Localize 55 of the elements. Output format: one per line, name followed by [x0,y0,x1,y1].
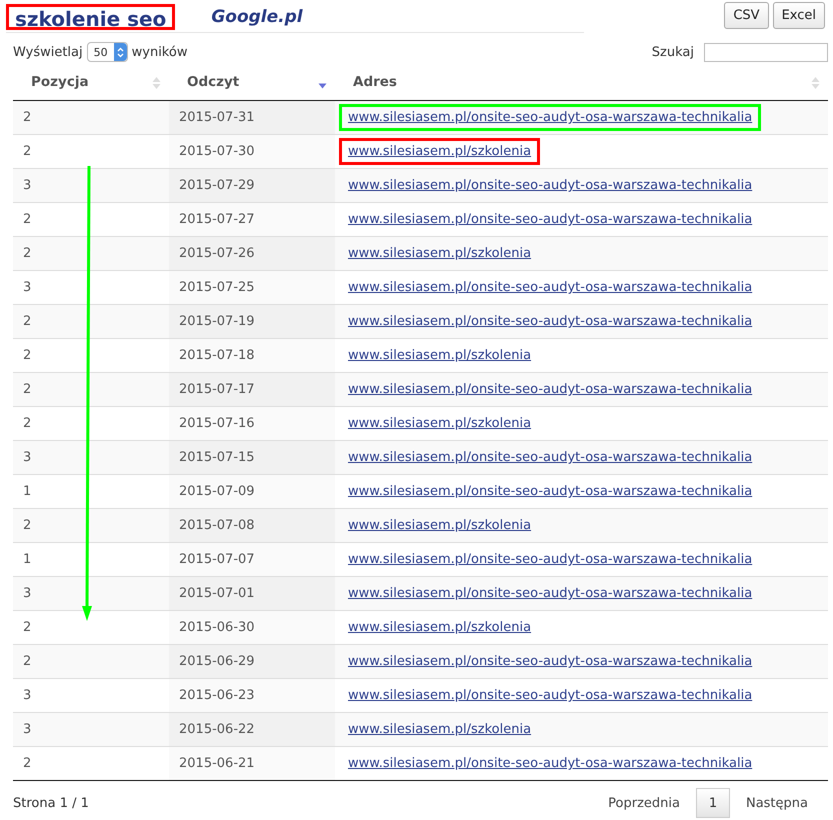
position-cell: 2 [13,304,169,338]
url-link[interactable]: www.silesiasem.pl/onsite-seo-audyt-osa-warszawa-technikalia [339,546,762,573]
date-cell: 2015-07-15 [169,440,335,474]
date-cell: 2015-07-16 [169,406,335,440]
search-label: Szukaj [652,44,694,60]
url-link[interactable]: www.silesiasem.pl/onsite-seo-audyt-osa-warszawa-technikalia [339,682,762,709]
page-title: szkolenie seo [6,4,176,30]
date-cell: 2015-06-21 [169,746,335,780]
stepper-icon [116,46,124,58]
url-link[interactable]: www.silesiasem.pl/onsite-seo-audyt-osa-warszawa-technikalia [339,478,762,505]
results-label: wyników [132,44,188,60]
page-button[interactable]: 1 [696,788,730,818]
previous-link[interactable]: Poprzednia [598,796,690,810]
search-engine-label: Google.pl [211,7,303,27]
date-cell: 2015-06-30 [169,610,335,644]
url-link[interactable]: www.silesiasem.pl/onsite-seo-audyt-osa-warszawa-technikalia [339,274,762,301]
date-cell: 2015-07-31 [169,100,335,134]
date-cell: 2015-07-07 [169,542,335,576]
url-link[interactable]: www.silesiasem.pl/onsite-seo-audyt-osa-warszawa-technikalia [339,104,762,131]
position-cell: 2 [13,236,169,270]
date-cell: 2015-07-25 [169,270,335,304]
url-link[interactable]: www.silesiasem.pl/szkolenia [339,410,540,437]
date-cell: 2015-07-18 [169,338,335,372]
excel-export-button[interactable]: Excel [772,2,825,29]
position-cell: 3 [13,576,169,610]
position-cell: 3 [13,168,169,202]
position-cell: 3 [13,712,169,746]
date-cell: 2015-07-08 [169,508,335,542]
next-link[interactable]: Następna [736,796,818,810]
page-info: Strona 1 / 1 [13,796,89,810]
position-cell: 2 [13,100,169,134]
position-cell: 3 [13,440,169,474]
date-cell: 2015-07-01 [169,576,335,610]
url-link[interactable]: www.silesiasem.pl/szkolenia [339,342,540,369]
date-cell: 2015-06-29 [169,644,335,678]
date-cell: 2015-06-22 [169,712,335,746]
date-cell: 2015-07-19 [169,304,335,338]
date-cell: 2015-07-30 [169,134,335,168]
search-field[interactable] [704,42,828,62]
page-size-select[interactable]: 50 [86,42,128,62]
date-cell: 2015-07-17 [169,372,335,406]
position-cell: 2 [13,372,169,406]
date-cell: 2015-07-26 [169,236,335,270]
url-link[interactable]: www.silesiasem.pl/szkolenia [339,614,540,641]
url-link[interactable]: www.silesiasem.pl/szkolenia [339,138,540,165]
show-label: Wyświetlaj [13,44,83,60]
date-cell: 2015-07-09 [169,474,335,508]
position-cell: 2 [13,508,169,542]
position-cell: 2 [13,644,169,678]
csv-export-button[interactable]: CSV [724,2,769,29]
url-link[interactable]: www.silesiasem.pl/onsite-seo-audyt-osa-warszawa-technikalia [339,206,762,233]
url-link[interactable]: www.silesiasem.pl/onsite-seo-audyt-osa-warszawa-technikalia [339,750,762,777]
date-cell: 2015-07-27 [169,202,335,236]
date-cell: 2015-06-23 [169,678,335,712]
date-cell: 2015-07-29 [169,168,335,202]
